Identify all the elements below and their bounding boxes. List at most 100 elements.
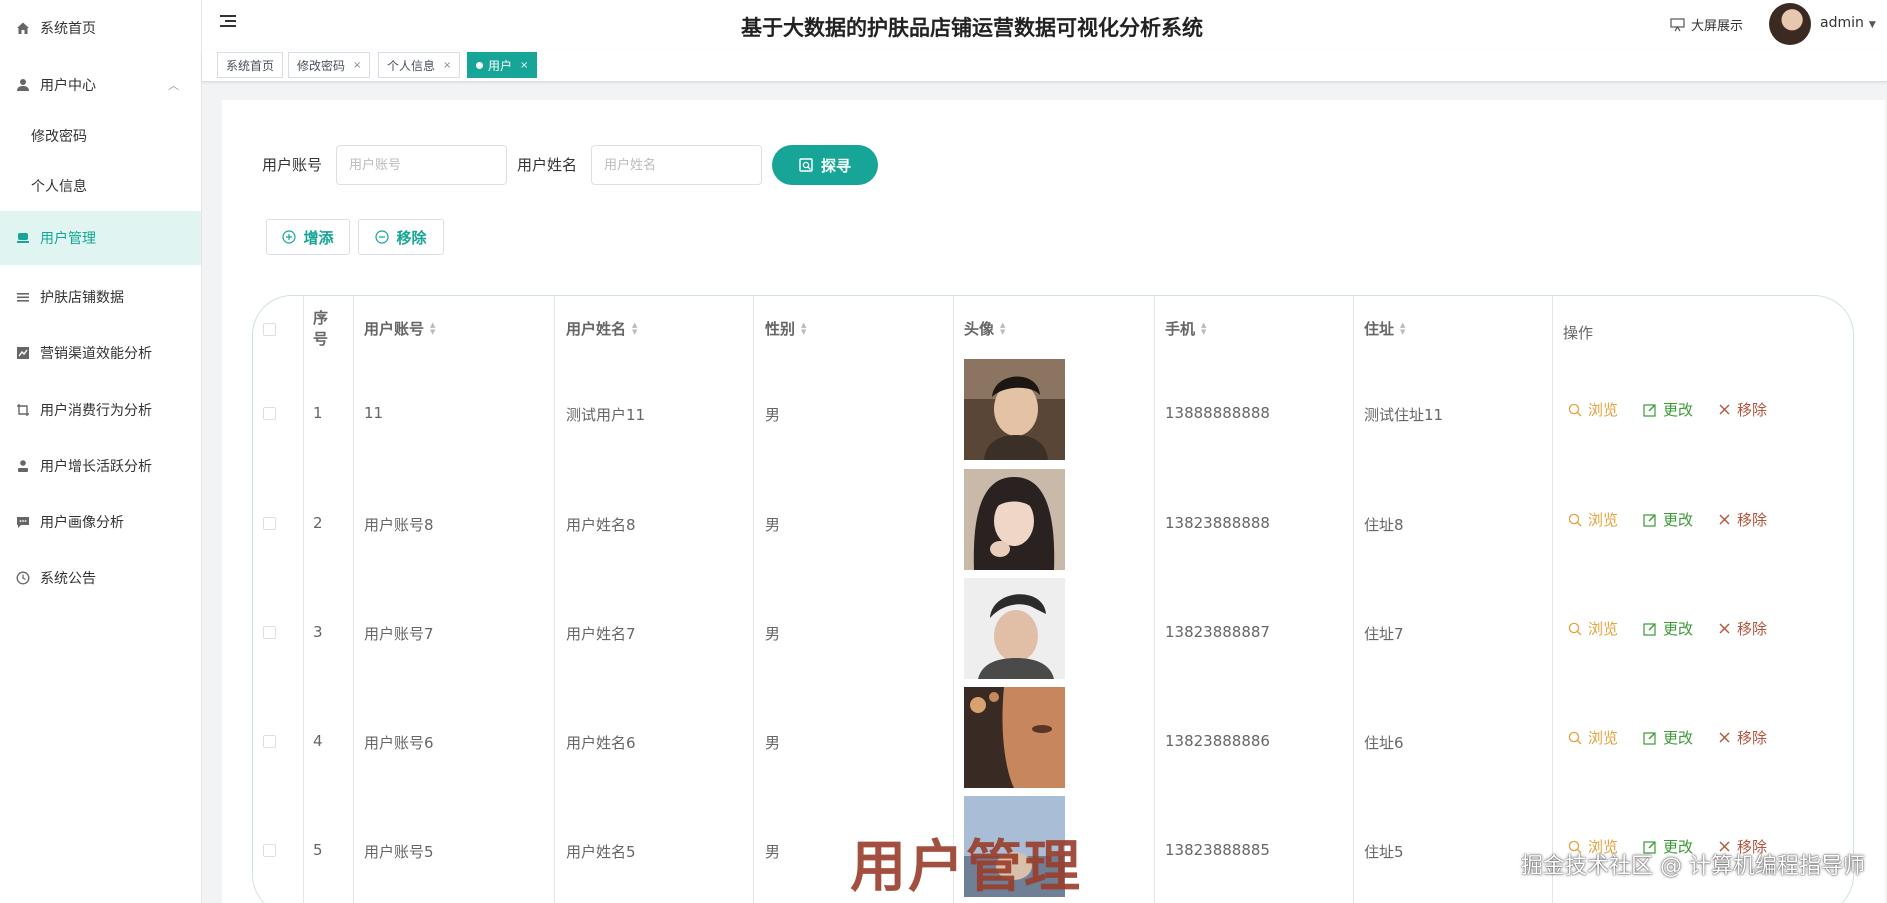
sidebar-item-label: 用户增长活跃分析: [40, 459, 152, 475]
cell-phone: 13888888888: [1165, 404, 1270, 422]
chevron-up-icon: ︿: [168, 79, 179, 92]
sidebar-item-announcements[interactable]: 系统公告: [0, 551, 201, 605]
header-account[interactable]: 用户账号 ▲ ▼: [364, 318, 435, 339]
cell-name: 用户姓名7: [566, 625, 636, 643]
add-button-label: 增添: [303, 228, 334, 247]
person-icon: [15, 458, 31, 474]
view-label: 浏览: [1588, 620, 1619, 638]
header-ops: 操作: [1563, 324, 1594, 342]
view-button[interactable]: 浏览: [1568, 618, 1618, 639]
edit-button[interactable]: 更改: [1643, 618, 1693, 639]
sort-icon[interactable]: ▲ ▼: [1400, 321, 1405, 336]
close-icon[interactable]: ×: [520, 60, 528, 71]
tab-label: 个人信息: [387, 58, 436, 73]
bigscreen-button[interactable]: 大屏展示: [1670, 15, 1743, 34]
cell-phone: 13823888885: [1165, 841, 1270, 859]
row-checkbox[interactable]: [263, 844, 276, 857]
row-avatar: [964, 469, 1065, 570]
sort-icon[interactable]: ▲ ▼: [1201, 321, 1206, 336]
sidebar-item-label: 用户管理: [40, 231, 96, 247]
tab-home[interactable]: 系统首页: [217, 52, 284, 78]
sidebar-item-store-data[interactable]: 护肤店铺数据: [0, 270, 201, 324]
edit-label: 更改: [1663, 511, 1694, 529]
sidebar-item-label: 用户中心: [40, 78, 96, 94]
sidebar-item-label: 修改密码: [31, 129, 87, 145]
cell-address: 测试住址11: [1364, 406, 1444, 424]
delete-button[interactable]: 移除: [1718, 727, 1767, 748]
sidebar-item-marketing-analysis[interactable]: 营销渠道效能分析: [0, 326, 201, 380]
cell-account: 用户账号7: [364, 625, 434, 643]
view-button[interactable]: 浏览: [1568, 509, 1618, 530]
edit-button[interactable]: 更改: [1643, 509, 1693, 530]
delete-button[interactable]: 移除: [1718, 618, 1767, 639]
close-icon[interactable]: ×: [353, 60, 361, 71]
tab-label: 修改密码: [297, 58, 346, 73]
view-label: 浏览: [1588, 401, 1619, 419]
sidebar-item-label: 系统首页: [40, 21, 96, 37]
cell-name: 测试用户11: [566, 406, 646, 424]
cell-gender: 男: [765, 516, 781, 534]
sidebar-item-user-management[interactable]: 用户管理: [0, 211, 201, 265]
header-phone[interactable]: 手机 ▲ ▼: [1165, 318, 1206, 339]
row-checkbox[interactable]: [263, 626, 276, 639]
cell-account: 11: [364, 404, 384, 422]
user-menu[interactable]: admin ▼: [1820, 15, 1876, 31]
row-checkbox[interactable]: [263, 517, 276, 530]
avatar[interactable]: [1769, 3, 1811, 45]
sort-icon[interactable]: ▲ ▼: [632, 321, 637, 336]
sidebar-item-change-password[interactable]: 修改密码: [0, 109, 201, 163]
cell-address: 住址7: [1364, 625, 1404, 643]
plus-circle-icon: [282, 230, 297, 244]
add-button[interactable]: 增添: [266, 219, 350, 255]
view-button[interactable]: 浏览: [1568, 399, 1618, 420]
edit-icon: [1643, 622, 1656, 636]
search-icon: [1568, 622, 1582, 635]
cell-name: 用户姓名5: [566, 843, 636, 861]
cell-gender: 男: [765, 843, 781, 861]
row-checkbox[interactable]: [263, 735, 276, 748]
view-button[interactable]: 浏览: [1568, 727, 1618, 748]
header-gender[interactable]: 性别 ▲ ▼: [765, 318, 806, 339]
row-avatar: [964, 578, 1065, 679]
header-address[interactable]: 住址 ▲ ▼: [1364, 318, 1405, 339]
edit-icon: [1643, 403, 1656, 417]
remove-button-label: 移除: [396, 228, 427, 247]
view-label: 浏览: [1588, 729, 1619, 747]
account-search-input[interactable]: [336, 145, 507, 185]
tab-bar: 系统首页 修改密码 × 个人信息 × 用户 ×: [202, 50, 1887, 82]
cell-address: 住址8: [1364, 516, 1404, 534]
sidebar-item-personal-info[interactable]: 个人信息: [0, 159, 201, 213]
name-search-input[interactable]: [591, 145, 762, 185]
delete-button[interactable]: 移除: [1718, 509, 1767, 530]
edit-button[interactable]: 更改: [1643, 399, 1693, 420]
close-icon[interactable]: ×: [443, 60, 451, 71]
tab-label: 用户: [488, 58, 513, 73]
chart-icon: [15, 345, 31, 361]
delete-label: 移除: [1737, 620, 1768, 638]
sort-icon[interactable]: ▲ ▼: [430, 321, 435, 336]
sidebar-item-home[interactable]: 系统首页: [0, 1, 201, 55]
tab-change-password[interactable]: 修改密码 ×: [288, 52, 371, 78]
home-icon: [15, 20, 31, 36]
tab-label: 系统首页: [226, 58, 275, 73]
tab-user[interactable]: 用户 ×: [467, 52, 538, 78]
select-all-checkbox[interactable]: [263, 323, 276, 336]
search-button[interactable]: 探寻: [772, 145, 878, 185]
sidebar-item-user-center[interactable]: 用户中心 ︿: [0, 58, 201, 112]
edit-button[interactable]: 更改: [1643, 727, 1693, 748]
header-avatar[interactable]: 头像 ▲ ▼: [964, 318, 1005, 339]
tab-personal-info[interactable]: 个人信息 ×: [378, 52, 461, 78]
header-name[interactable]: 用户姓名 ▲ ▼: [566, 318, 637, 339]
remove-button[interactable]: 移除: [358, 219, 444, 255]
caret-down-icon: ▼: [1868, 20, 1876, 30]
sort-icon[interactable]: ▲ ▼: [801, 321, 806, 336]
row-checkbox[interactable]: [263, 407, 276, 420]
sidebar-item-consumption-analysis[interactable]: 用户消费行为分析: [0, 383, 201, 437]
sidebar-item-label: 个人信息: [31, 179, 87, 195]
search-icon: [1568, 513, 1582, 526]
sort-icon[interactable]: ▲ ▼: [1000, 321, 1005, 336]
edit-label: 更改: [1663, 620, 1694, 638]
delete-button[interactable]: 移除: [1718, 399, 1767, 420]
sidebar-item-growth-analysis[interactable]: 用户增长活跃分析: [0, 439, 201, 493]
sidebar-item-portrait-analysis[interactable]: 用户画像分析: [0, 495, 201, 549]
